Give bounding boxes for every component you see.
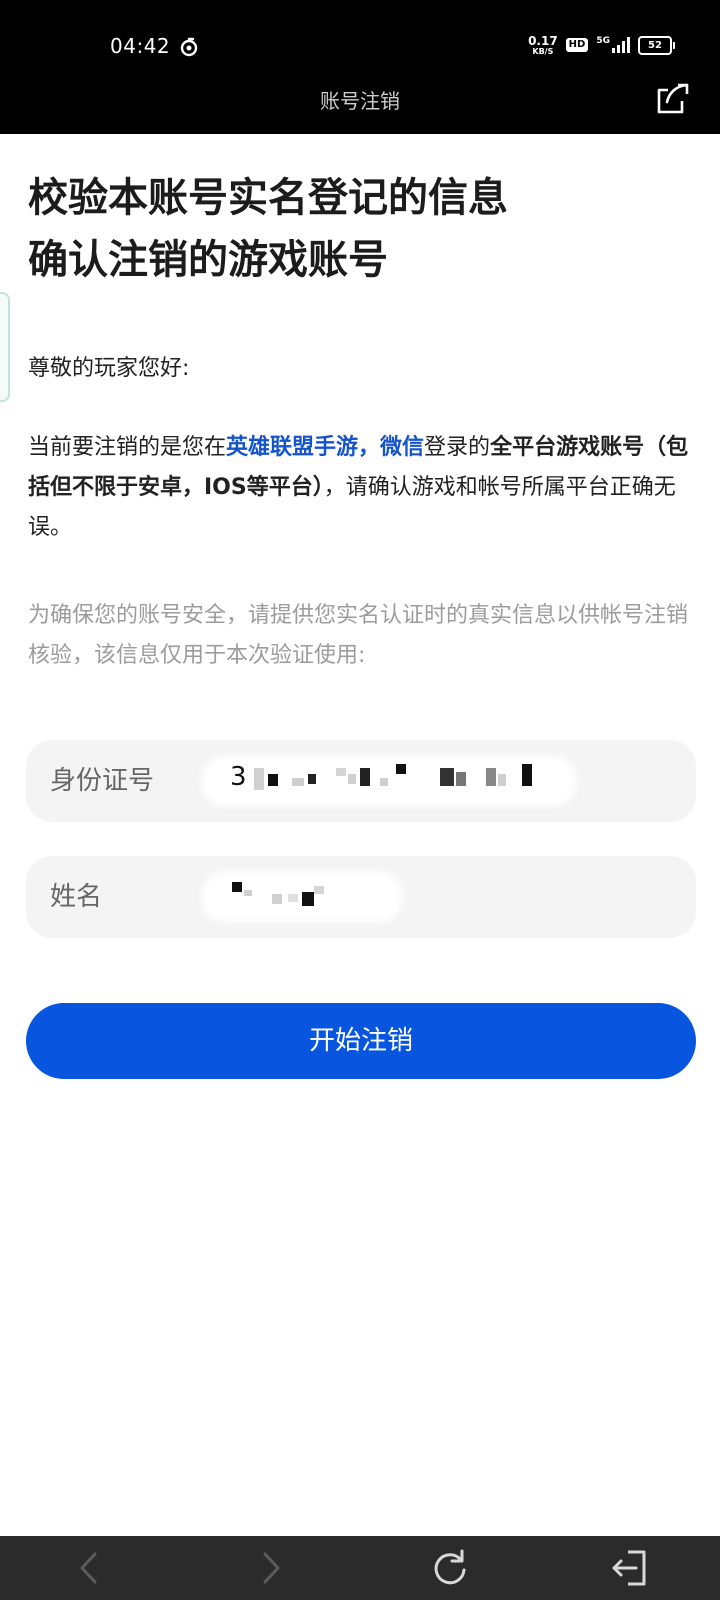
back-icon[interactable] xyxy=(68,1546,112,1590)
signal-icon xyxy=(612,37,630,53)
id-number-visible: 3 xyxy=(230,762,247,792)
name-value[interactable] xyxy=(202,856,582,938)
description-prefix: 当前要注销的是您在 xyxy=(28,435,227,460)
greeting-text: 尊敬的玩家您好: xyxy=(28,356,190,381)
network-type: 5G xyxy=(596,35,610,46)
security-note: 为确保您的账号安全，请提供您实名认证时的真实信息以供帐号注销核验，该信息仅用于本… xyxy=(28,603,689,668)
battery-icon: 52 xyxy=(638,35,675,55)
net-speed-value: 0.17 xyxy=(528,33,558,48)
main-heading: 校验本账号实名登记的信息 确认注销的游戏账号 xyxy=(28,167,688,291)
browser-bottom-bar xyxy=(0,1536,720,1600)
name-label: 姓名 xyxy=(50,882,103,912)
start-cancellation-button[interactable]: 开始注销 xyxy=(26,1003,696,1079)
id-number-label: 身份证号 xyxy=(50,766,155,796)
account-description: 当前要注销的是您在英雄联盟手游，微信登录的全平台游戏账号（包括但不限于安卓，IO… xyxy=(28,428,696,548)
description-middle: 登录的 xyxy=(424,435,491,460)
edge-handle[interactable] xyxy=(0,292,10,402)
game-name-link[interactable]: 英雄联盟手游， xyxy=(226,435,380,460)
battery-level: 52 xyxy=(648,39,662,51)
status-time: 04:42 xyxy=(110,34,171,58)
net-speed: 0.17 KB/S xyxy=(528,35,558,56)
name-field[interactable]: 姓名 xyxy=(26,856,696,938)
nav-bar: 账号注销 xyxy=(0,83,720,134)
status-bar: 04:42 0.17 KB/S HD 5G 52 xyxy=(0,0,720,90)
reload-icon[interactable] xyxy=(428,1546,472,1590)
hd-badge: HD xyxy=(565,38,589,52)
heading-line-1: 校验本账号实名登记的信息 xyxy=(28,175,508,221)
id-number-field[interactable]: 身份证号 3 xyxy=(26,740,696,822)
exit-icon[interactable] xyxy=(608,1546,652,1590)
net-speed-unit: KB/S xyxy=(532,46,554,56)
id-number-value[interactable]: 3 xyxy=(202,740,582,822)
app-status-icon xyxy=(180,37,198,57)
status-indicators: 0.17 KB/S HD 5G 52 xyxy=(528,30,675,60)
forward-icon[interactable] xyxy=(248,1546,292,1590)
page-title: 账号注销 xyxy=(320,89,400,113)
share-icon[interactable] xyxy=(656,80,692,116)
login-method-link[interactable]: 微信 xyxy=(380,435,424,460)
heading-line-2: 确认注销的游戏账号 xyxy=(28,237,388,283)
